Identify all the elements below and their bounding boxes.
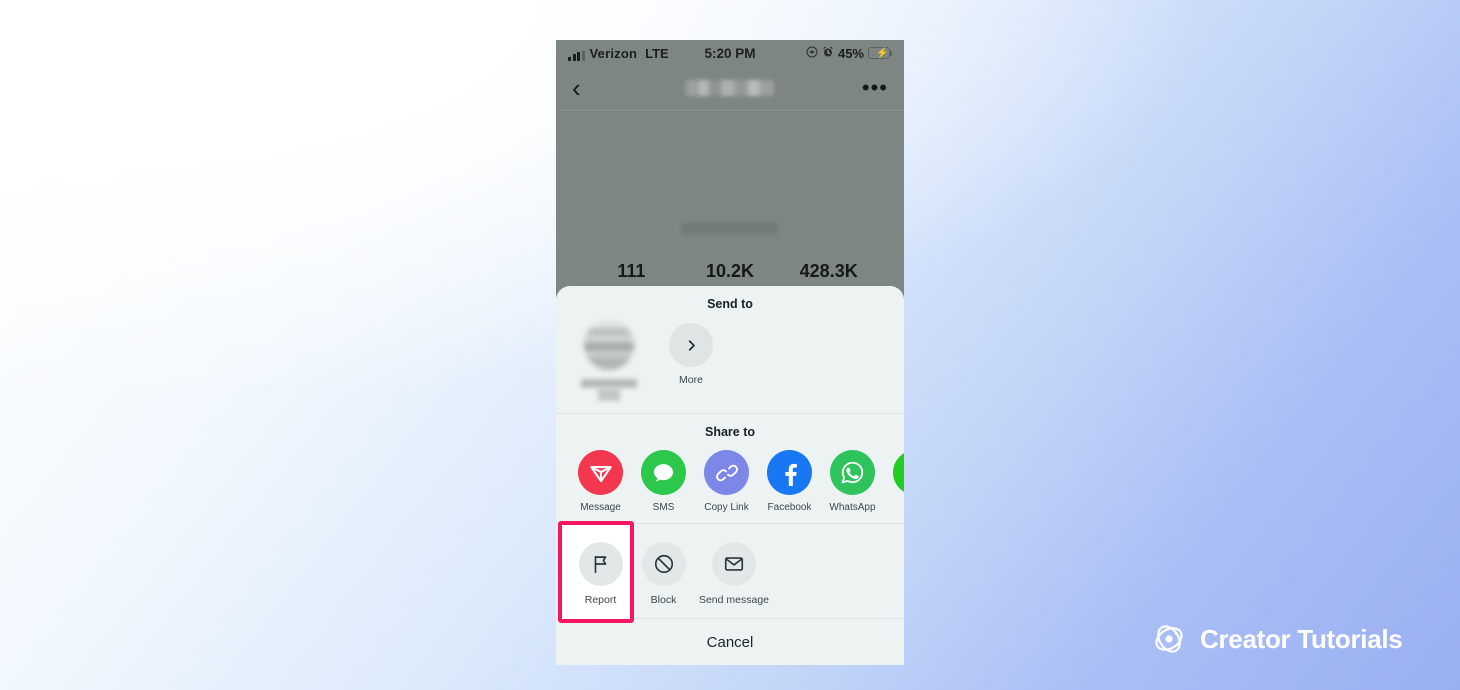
send-to-contact[interactable]: [580, 320, 638, 401]
message-icon: [578, 450, 623, 495]
contact-avatar: [584, 320, 634, 370]
alarm-clock-icon: [822, 46, 834, 61]
atom-orbit-icon: [1152, 622, 1186, 656]
action-label-block: Block: [650, 594, 677, 606]
actions-row: Report Block Send message: [556, 534, 904, 606]
cancel-button[interactable]: Cancel: [556, 619, 904, 665]
username-blurred: [682, 223, 778, 234]
send-to-row: More: [556, 311, 904, 401]
stat-followers: 10.2K: [705, 261, 755, 281]
actions-section: Report Block Send message: [556, 521, 904, 623]
send-to-more-label: More: [679, 374, 703, 386]
watermark-text: Creator Tutorials: [1200, 623, 1403, 654]
battery-charging-icon: ⚡: [868, 47, 893, 59]
share-option-whatsapp[interactable]: WhatsApp: [821, 450, 884, 513]
signal-bars-icon: [568, 50, 585, 61]
nav-title-blurred: [686, 80, 774, 96]
block-icon: [641, 542, 686, 586]
share-label-facebook: Facebook: [767, 502, 812, 513]
share-to-row: Message SMS Copy Link Facebook WhatsApp: [556, 439, 904, 513]
share-option-sms[interactable]: SMS: [632, 450, 695, 513]
sms-icon: [641, 450, 686, 495]
share-option-facebook[interactable]: Facebook: [758, 450, 821, 513]
flag-icon: [578, 542, 623, 586]
line-icon: [893, 450, 904, 495]
chevron-left-icon[interactable]: ‹: [572, 75, 581, 101]
action-report[interactable]: Report: [569, 542, 632, 606]
action-send-message[interactable]: Send message: [695, 542, 773, 606]
send-to-section: Send to More: [556, 286, 904, 413]
status-bar-right: 45% ⚡: [806, 45, 893, 61]
envelope-icon: [712, 542, 756, 586]
share-sheet: Send to More Share to Message SMS Copy L…: [556, 286, 904, 665]
network-label: LTE: [645, 45, 669, 61]
battery-percent-label: 45%: [837, 45, 864, 61]
stat-likes: 428.3K: [799, 261, 858, 281]
contact-name-blurred-2: [598, 388, 620, 401]
avatar: [689, 129, 771, 211]
share-option-message[interactable]: Message: [569, 450, 632, 513]
send-to-more-button[interactable]: More: [662, 320, 720, 401]
send-to-title: Send to: [707, 297, 753, 311]
share-label-whatsapp: WhatsApp: [829, 502, 876, 513]
stat-following: 111: [617, 261, 646, 281]
share-option-line[interactable]: [884, 450, 904, 513]
share-label-copy-link: Copy Link: [704, 502, 749, 513]
phone-screen: Verizon LTE 5:20 PM 45% ⚡ ‹ ••• 111 10.2: [556, 40, 904, 665]
copy-link-icon: [704, 450, 749, 495]
contact-name-blurred: [581, 379, 637, 388]
facebook-icon: [767, 450, 812, 495]
carrier-label: Verizon: [589, 45, 638, 61]
action-label-report: Report: [584, 594, 617, 606]
share-to-title: Share to: [704, 425, 755, 439]
share-option-copy-link[interactable]: Copy Link: [695, 450, 758, 513]
nav-bar: ‹ •••: [556, 66, 904, 110]
location-arrow-icon: [806, 46, 818, 61]
share-label-sms: SMS: [652, 502, 675, 513]
share-to-section: Share to Message SMS Copy Link Facebook …: [556, 414, 904, 523]
whatsapp-icon: [830, 450, 875, 495]
status-bar: Verizon LTE 5:20 PM 45% ⚡: [556, 40, 904, 66]
profile-stats: 111 10.2K 428.3K: [556, 261, 904, 282]
action-label-send-message: Send message: [698, 594, 770, 606]
chevron-right-icon: [669, 323, 713, 367]
ellipsis-icon[interactable]: •••: [862, 77, 888, 99]
status-bar-left: Verizon LTE: [568, 46, 669, 61]
profile-header: [556, 111, 904, 261]
watermark: Creator Tutorials: [1152, 622, 1403, 656]
share-label-message: Message: [580, 502, 621, 513]
action-block[interactable]: Block: [632, 542, 695, 606]
